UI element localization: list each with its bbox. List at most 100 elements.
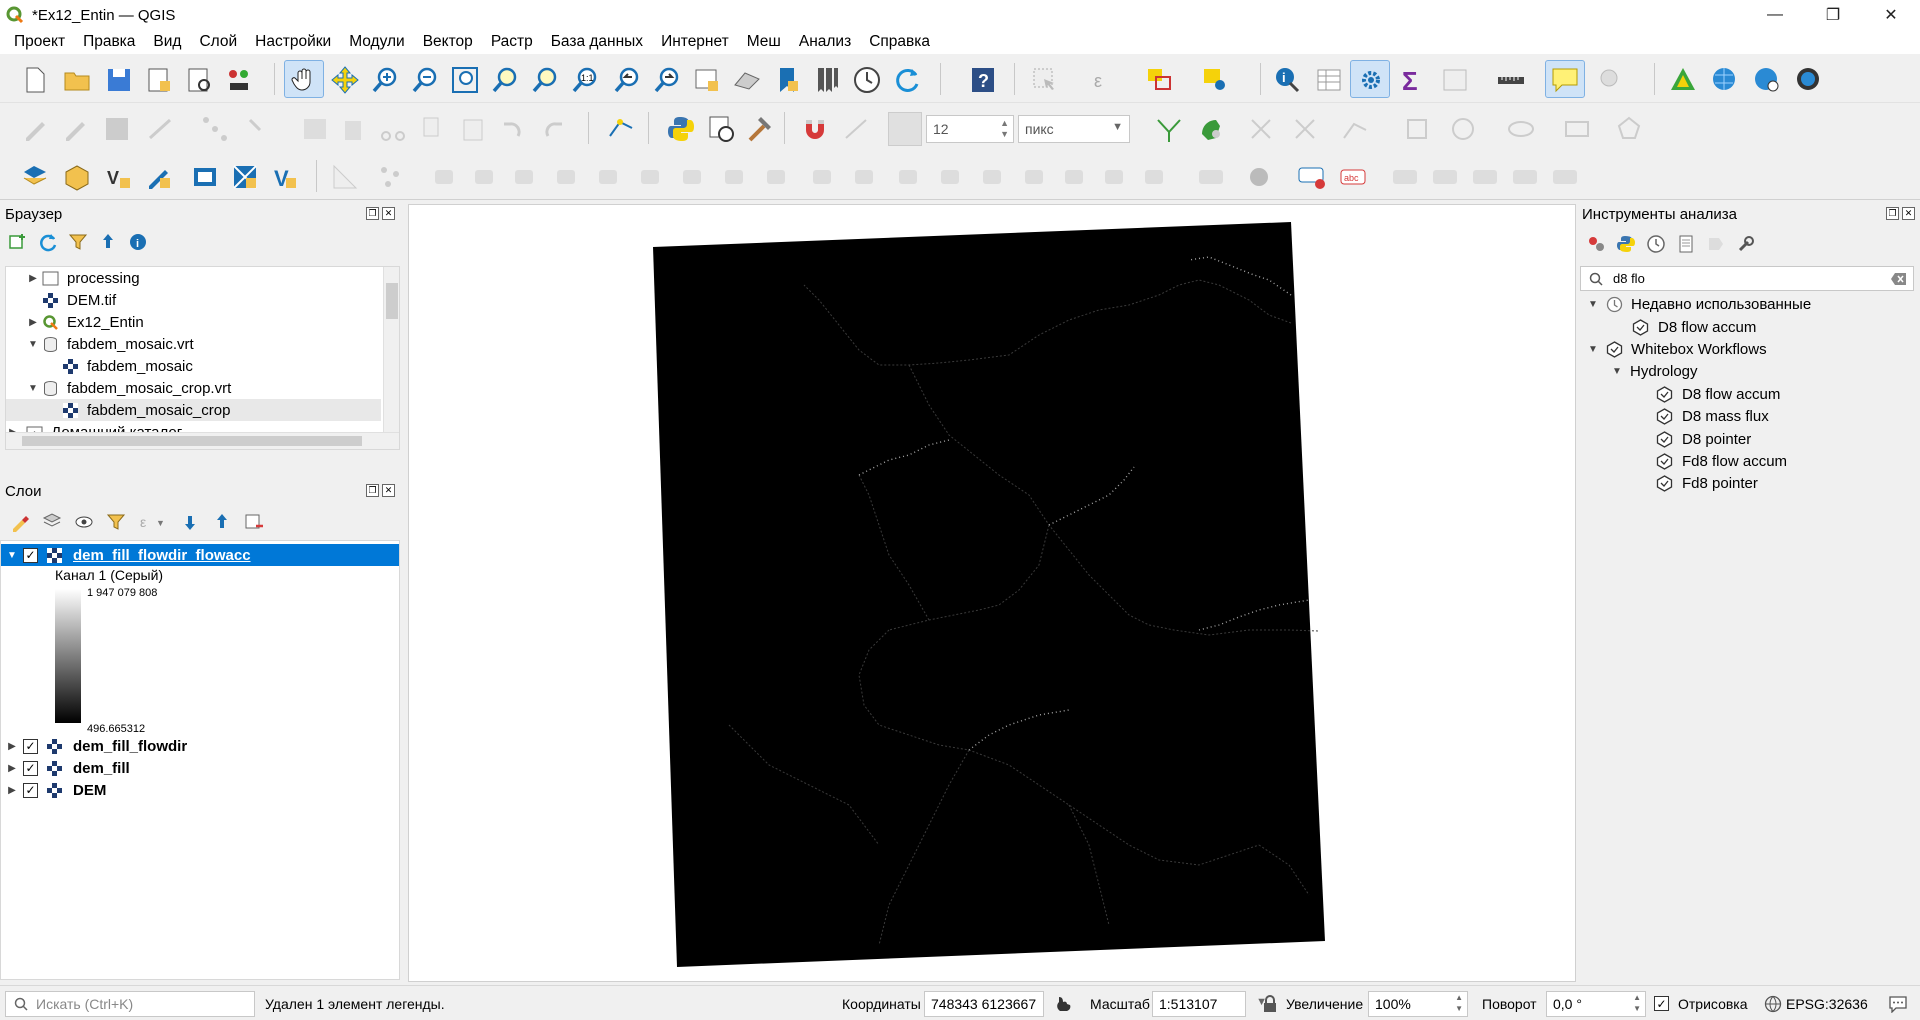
browser-close-button[interactable]: ✕	[382, 207, 395, 220]
undo-icon[interactable]	[498, 114, 528, 144]
annotation-tool-icon[interactable]	[1596, 65, 1626, 95]
copy-features-icon[interactable]	[418, 114, 448, 144]
add-line-icon[interactable]	[146, 114, 176, 144]
digitize-tool10-icon[interactable]	[808, 162, 838, 192]
browser-item-dem-tif[interactable]: DEM.tif	[6, 289, 381, 311]
browser-hscrollbar[interactable]	[6, 432, 399, 449]
label-show-icon[interactable]	[1510, 162, 1540, 192]
edit-in-place-icon[interactable]	[1706, 234, 1726, 254]
tracing-icon[interactable]	[1246, 114, 1276, 144]
snapping-magnet-icon[interactable]	[800, 114, 830, 144]
menu-vector[interactable]: Вектор	[414, 33, 482, 51]
expand-all-icon[interactable]	[180, 512, 200, 532]
layer-visibility-checkbox[interactable]: ✓	[23, 547, 38, 563]
shape-digitize-icon[interactable]	[1340, 114, 1370, 144]
digitize-tool2-icon[interactable]	[470, 162, 500, 192]
new-shapefile-icon[interactable]: V	[104, 162, 134, 192]
expand-arrow[interactable]: ▶	[5, 785, 19, 796]
open-project-icon[interactable]	[62, 65, 92, 95]
digitize-tool1-icon[interactable]	[430, 162, 460, 192]
models-icon[interactable]	[1586, 234, 1606, 254]
browser-item-fabdem-mosaic-vrt[interactable]: ▼ fabdem_mosaic.vrt	[6, 333, 381, 355]
expand-arrow[interactable]: ▶	[5, 763, 19, 774]
processing-toolbox-icon[interactable]	[1356, 65, 1386, 95]
browser-item-processing[interactable]: ▶ processing	[6, 267, 381, 289]
snap-units-select[interactable]: пикс ▼	[1018, 115, 1130, 143]
refresh-browser-icon[interactable]	[38, 232, 58, 252]
tool-d8-flow-accum[interactable]: D8 flow accum	[1656, 383, 1780, 405]
toggle-extents-icon[interactable]	[1054, 994, 1074, 1014]
layer-row-dem[interactable]: ▶ ✓ DEM	[1, 779, 399, 801]
expand-arrow[interactable]: ▶	[26, 317, 40, 328]
node-tool-icon[interactable]	[246, 114, 276, 144]
zoom-last-icon[interactable]	[612, 65, 642, 95]
digitize-tool12-icon[interactable]	[894, 162, 924, 192]
help-icon[interactable]: ?	[968, 65, 998, 95]
manage-visibility-icon[interactable]	[74, 512, 94, 532]
layer-row-flowacc[interactable]: ▼ ✓ dem_fill_flowdir_flowacc	[1, 544, 399, 566]
style-panel-icon[interactable]	[10, 512, 30, 532]
layer-visibility-checkbox[interactable]: ✓	[23, 782, 38, 798]
open-field-calc-icon[interactable]	[1440, 65, 1470, 95]
add-selected-layers-icon[interactable]	[8, 232, 28, 252]
polygon-tool-icon[interactable]	[1614, 114, 1644, 144]
menu-help[interactable]: Справка	[860, 33, 939, 51]
browser-item-fabdem-mosaic[interactable]: fabdem_mosaic	[6, 355, 381, 377]
browser-float-button[interactable]: ❐	[366, 207, 379, 220]
maximize-button[interactable]: ❐	[1804, 0, 1862, 30]
deselect-all-icon[interactable]	[1144, 65, 1174, 95]
results-viewer-icon[interactable]	[1676, 234, 1696, 254]
toggle-editing-icon[interactable]	[60, 114, 90, 144]
zoom-full-icon[interactable]	[450, 65, 480, 95]
coordinates-field[interactable]: 748343 6123667	[924, 991, 1044, 1017]
processing-search-input[interactable]: d8 flo	[1580, 266, 1914, 291]
new-print-layout-icon[interactable]	[144, 65, 174, 95]
hydrology-group-row[interactable]: ▼ Hydrology	[1610, 360, 1697, 382]
browser-vscrollbar[interactable]	[383, 267, 399, 433]
statistics-sum-icon[interactable]: Σ	[1396, 65, 1426, 95]
browser-item-ex12-entin[interactable]: ▶ Ex12_Entin	[6, 311, 381, 333]
browser-item-fabdem-mosaic-crop-vrt[interactable]: ▼ fabdem_mosaic_crop.vrt	[6, 377, 381, 399]
digitize-tool4-icon[interactable]	[552, 162, 582, 192]
menu-database[interactable]: База данных	[542, 33, 652, 51]
label-change-icon[interactable]	[1470, 162, 1500, 192]
pan-to-selection-icon[interactable]	[330, 65, 360, 95]
new-project-icon[interactable]	[20, 65, 50, 95]
processing-close-button[interactable]: ✕	[1902, 207, 1915, 220]
snap-intersection-icon[interactable]	[1154, 114, 1184, 144]
new-bookmark-icon[interactable]	[772, 65, 802, 95]
menu-view[interactable]: Вид	[144, 33, 190, 51]
snap-self-icon[interactable]	[1196, 114, 1226, 144]
rectangle-tool-icon[interactable]	[1562, 114, 1592, 144]
close-button[interactable]: ✕	[1862, 0, 1920, 30]
layer-row-flowdir[interactable]: ▶ ✓ dem_fill_flowdir	[1, 735, 399, 757]
expand-arrow[interactable]: ▶	[26, 273, 40, 284]
identify-features-icon[interactable]: i	[1272, 65, 1302, 95]
digitize-tool16-icon[interactable]	[1060, 162, 1090, 192]
digitize-tool9-icon[interactable]	[762, 162, 792, 192]
pan-icon[interactable]	[289, 65, 319, 95]
scatter-points-icon[interactable]	[376, 162, 406, 192]
digitize-tool15-icon[interactable]	[1020, 162, 1050, 192]
menu-processing[interactable]: Анализ	[790, 33, 860, 51]
menu-project[interactable]: Проект	[5, 33, 74, 51]
globe-plugin2-icon[interactable]	[1794, 65, 1824, 95]
label-pin-icon[interactable]	[1244, 162, 1274, 192]
digitize-tool3-icon[interactable]	[510, 162, 540, 192]
refresh-icon[interactable]	[892, 65, 922, 95]
paste-features-icon[interactable]	[458, 114, 488, 144]
properties-info-icon[interactable]: i	[128, 232, 148, 252]
zoom-to-selection-icon[interactable]	[490, 65, 520, 95]
new-map-view-icon[interactable]	[692, 65, 722, 95]
delete-selected-icon[interactable]	[338, 114, 368, 144]
tool-d8-mass-flux[interactable]: D8 mass flux	[1656, 405, 1769, 427]
filter-browser-icon[interactable]	[68, 232, 88, 252]
layer-row-fill[interactable]: ▶ ✓ dem_fill	[1, 757, 399, 779]
magnifier-field[interactable]: 100% ▲ ▼	[1368, 991, 1468, 1017]
rotate-label-icon[interactable]	[1402, 114, 1432, 144]
menu-mesh[interactable]: Меш	[738, 33, 790, 51]
zoom-out-icon[interactable]	[410, 65, 440, 95]
digitize-tool11-icon[interactable]	[850, 162, 880, 192]
save-project-icon[interactable]	[104, 65, 134, 95]
digitize-tool14-icon[interactable]	[978, 162, 1008, 192]
